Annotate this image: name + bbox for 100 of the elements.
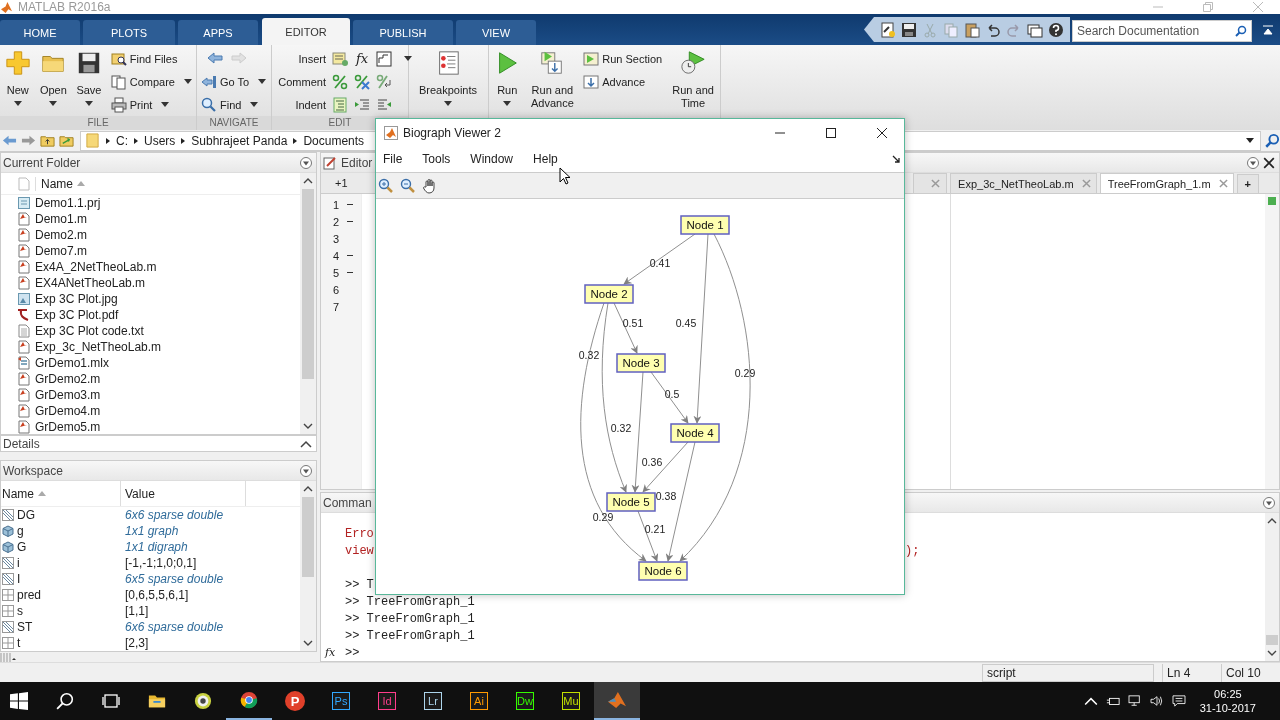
run-and-time-button[interactable]: Run and Time [666, 50, 720, 110]
file-name[interactable]: Demo1.m [35, 212, 87, 226]
change-count: +1 [334, 177, 348, 189]
variable-name[interactable]: ST [17, 620, 33, 634]
print-button[interactable]: Print [110, 96, 192, 113]
line-number: 6 [333, 283, 341, 296]
graph-node[interactable]: Node 1 [680, 215, 730, 235]
command-text: >> TreeFromGraph_1 [345, 611, 475, 626]
panel-title: Current Folder [3, 155, 81, 170]
ribbon-tab[interactable]: PLOTS [83, 20, 175, 45]
file-name[interactable]: Demo1.1.prj [35, 196, 101, 210]
variable-name[interactable]: g [17, 524, 24, 538]
variable-name[interactable]: s [17, 604, 23, 618]
edge-weight: 0.32 [610, 422, 632, 434]
app-icon[interactable]: Lr [424, 692, 442, 710]
app-icon[interactable]: Mu [562, 692, 580, 710]
command-text: >> T [345, 577, 374, 592]
file-name[interactable]: Ex4A_2NetTheoLab.m [35, 260, 157, 274]
column-header[interactable]: Value [125, 486, 155, 501]
edge-weight: 0.29 [592, 511, 614, 523]
file-name[interactable]: GrDemo4.m [35, 404, 101, 418]
app-icon[interactable]: Id [378, 692, 396, 710]
graph-node[interactable]: Node 4 [670, 423, 720, 443]
line-number: 4 [333, 249, 341, 262]
column-header[interactable]: Name [2, 486, 34, 501]
command-prompt[interactable]: >> [345, 645, 360, 660]
ribbon-tab[interactable]: VIEW [456, 20, 536, 45]
advance-button[interactable]: Advance [583, 73, 663, 90]
variable-value: [-1,-1;1,0;0,1] [125, 556, 197, 570]
ribbon-tab[interactable]: HOME [0, 20, 80, 45]
clock-date[interactable]: 31-10-2017 [1199, 701, 1256, 715]
insert-function-button[interactable]: fx [354, 51, 370, 66]
compare-button[interactable]: Compare [110, 73, 192, 90]
variable-name[interactable]: G [17, 540, 27, 554]
path-segment[interactable]: C: [116, 133, 128, 148]
variable-value: [2,3] [125, 636, 149, 650]
run-and-advance-button[interactable]: Run and Advance [525, 50, 580, 110]
path-segment[interactable]: Users [144, 133, 176, 148]
edge-weight: 0.29 [734, 367, 756, 379]
edge-weight: 0.32 [578, 349, 600, 361]
edge-weight: 0.5 [664, 388, 680, 400]
ribbon-tab[interactable]: EDITOR [262, 18, 350, 45]
open-button[interactable]: Open [35, 50, 72, 106]
variable-name[interactable]: pred [17, 588, 42, 602]
graph-node[interactable]: Node 6 [638, 561, 688, 581]
line-number: 1 [333, 198, 341, 211]
panel-title: Editor [341, 155, 373, 170]
column-status: Col 10 [1221, 663, 1280, 682]
graph-node[interactable]: Node 2 [584, 284, 634, 304]
go-to-button[interactable]: Go To [201, 73, 267, 90]
graph-node[interactable]: Node 5 [606, 492, 656, 512]
menu-item[interactable]: Window [470, 152, 514, 166]
file-name[interactable]: GrDemo5.m [35, 420, 101, 434]
path-segment[interactable]: Subhrajeet Panda [191, 133, 288, 148]
file-name[interactable]: Exp 3C Plot.pdf [35, 308, 119, 322]
menu-item[interactable]: File [383, 152, 403, 166]
app-icon[interactable]: Ai [470, 692, 488, 710]
menu-item[interactable]: Tools [422, 152, 451, 166]
find-files-button[interactable]: Find Files [110, 50, 192, 67]
file-tab[interactable]: TreeFromGraph_1.m [1099, 173, 1234, 193]
column-header[interactable]: Name [35, 176, 73, 191]
file-name[interactable]: GrDemo2.m [35, 372, 101, 386]
variable-name[interactable]: t [17, 636, 21, 650]
file-name[interactable]: Exp_3c_NetTheoLab.m [35, 340, 162, 354]
variable-name[interactable]: DG [17, 508, 35, 522]
app-icon[interactable]: Ps [332, 692, 350, 710]
run-section-button[interactable]: Run Section [583, 50, 663, 67]
edge-weight: 0.36 [641, 456, 663, 468]
file-name[interactable]: GrDemo3.m [35, 388, 101, 402]
variable-name[interactable]: I [17, 572, 21, 586]
edge-weight: 0.21 [644, 523, 666, 535]
search-field[interactable]: Search Documentation [1072, 20, 1252, 42]
app-icon[interactable]: Dw [516, 692, 534, 710]
file-name[interactable]: Exp 3C Plot.jpg [35, 292, 118, 306]
ribbon-tab[interactable]: APPS [178, 20, 258, 45]
ribbon-tab[interactable]: PUBLISH [353, 20, 453, 45]
new-tab-button[interactable]: + [1236, 174, 1259, 193]
find-button[interactable]: Find [201, 96, 267, 113]
indent-label: Indent [294, 98, 326, 111]
breakpoints-button[interactable]: Breakpoints [409, 50, 487, 106]
command-text: >> TreeFromGraph_1 [345, 628, 475, 643]
variable-name[interactable]: i [17, 556, 20, 570]
file-name[interactable]: Exp 3C Plot code.txt [35, 324, 144, 338]
file-name[interactable]: EX4ANetTheoLab.m [35, 276, 146, 290]
save-button[interactable]: Save [71, 50, 107, 106]
app-icon[interactable]: P [285, 691, 305, 711]
error-text: Erro [345, 526, 374, 541]
menu-item[interactable]: Help [533, 152, 558, 166]
run-button[interactable]: Run [489, 50, 526, 106]
file-name[interactable]: Demo2.m [35, 228, 87, 242]
function-browser-button[interactable]: fx [325, 646, 341, 659]
file-name[interactable]: GrDemo1.mlx [35, 356, 109, 370]
file-tab[interactable]: Exp_3c_NetTheoLab.m [950, 173, 1097, 193]
path-segment[interactable]: Documents [303, 133, 365, 148]
new-button[interactable]: New [0, 50, 36, 106]
clock-time[interactable]: 06:25 [1214, 687, 1242, 701]
edge-weight: 0.41 [649, 257, 671, 269]
graph-node[interactable]: Node 3 [616, 353, 666, 373]
file-name[interactable]: Demo7.m [35, 244, 87, 258]
variable-value: 1x1 graph [125, 524, 179, 538]
